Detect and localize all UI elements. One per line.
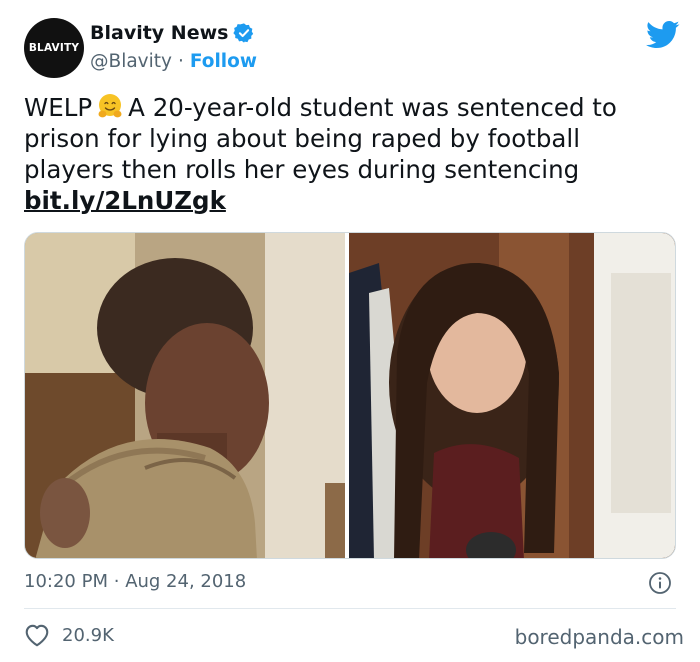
photo-left[interactable] [25, 233, 346, 558]
tweet-text-lead: WELP [24, 93, 93, 122]
tweet-time: 10:20 PM [24, 571, 108, 592]
heart-icon [25, 624, 49, 647]
tweet-link[interactable]: bit.ly/2LnUZgk [24, 185, 674, 216]
avatar[interactable]: BLAVITY [24, 18, 84, 78]
like-count: 20.9K [62, 624, 114, 646]
tweet-media[interactable] [24, 232, 676, 559]
handle[interactable]: @Blavity [90, 51, 172, 72]
follow-button[interactable]: Follow [190, 51, 257, 72]
name-row: Blavity News [90, 22, 255, 44]
hugging-face-emoji-icon [98, 94, 122, 118]
tweet-text: WELP A 20-year-old student was sentenced… [24, 92, 674, 216]
timestamp-separator: · [113, 571, 120, 592]
twitter-bird-icon[interactable] [646, 20, 680, 50]
photo-right-illustration [349, 233, 675, 558]
like-button[interactable]: 20.9K [24, 623, 114, 647]
handle-separator: · [177, 51, 184, 72]
photo-left-illustration [25, 233, 346, 558]
info-icon[interactable] [648, 571, 672, 595]
verified-badge-icon [233, 23, 254, 43]
tweet-date: Aug 24, 2018 [125, 571, 247, 592]
tweet-header: BLAVITY Blavity News @Blavity · Follow [24, 16, 684, 82]
tweet-timestamp[interactable]: 10:20 PM · Aug 24, 2018 [24, 571, 246, 592]
watermark: boredpanda.com [514, 625, 684, 649]
display-name[interactable]: Blavity News [90, 22, 228, 44]
photo-right[interactable] [349, 233, 675, 558]
handle-row: @Blavity · Follow [90, 51, 257, 72]
divider [24, 608, 676, 609]
